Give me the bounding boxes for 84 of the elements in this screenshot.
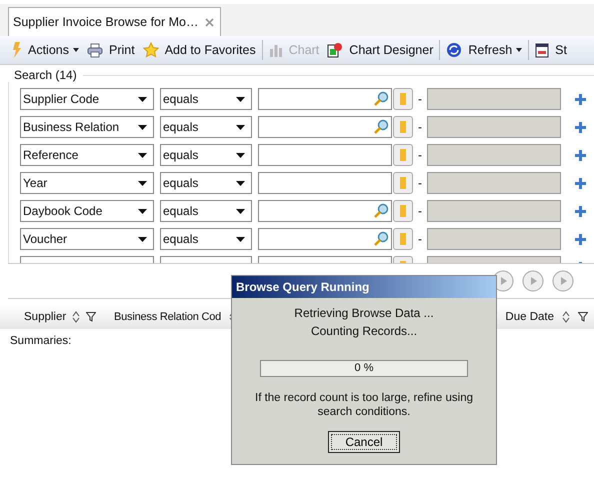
value-input-field[interactable] (258, 88, 392, 110)
range-dash: - (418, 204, 422, 218)
dropdown-caret-icon (236, 208, 245, 214)
range-dash: - (418, 148, 422, 162)
operator-dropdown[interactable]: equals (160, 88, 252, 110)
operator-dropdown[interactable]: equals (160, 172, 252, 194)
dropdown-caret-icon (138, 180, 147, 186)
add-icon[interactable] (575, 178, 586, 188)
add-icon[interactable] (575, 234, 586, 244)
tab-title: Supplier Invoice Browse for Mo… (13, 15, 198, 29)
toolbar-button[interactable]: Chart Designer (323, 42, 438, 58)
dropdown-caret-icon (138, 96, 147, 102)
add-icon[interactable] (575, 150, 586, 160)
search-icon[interactable] (373, 119, 389, 135)
hint-text: If the record count is too large, refine using search conditions. (254, 391, 474, 419)
summaries-label: Summaries: (10, 335, 72, 347)
filter-button[interactable] (393, 116, 413, 138)
star-icon (142, 42, 159, 58)
value-input-field[interactable] (258, 200, 392, 222)
dropdown-caret-icon (236, 236, 245, 242)
status-text: Retrieving Browse Data ... (294, 306, 434, 320)
printer-icon (87, 42, 103, 58)
value-input-field[interactable] (258, 172, 392, 194)
toolbar-button[interactable]: Print (83, 42, 139, 58)
add-icon[interactable] (575, 122, 586, 132)
dropdown-caret-icon (138, 152, 147, 158)
sort-icon[interactable] (72, 311, 80, 323)
field-dropdown[interactable]: Year (20, 172, 154, 194)
filter-button[interactable] (393, 172, 413, 194)
field-dropdown[interactable]: Reference (20, 144, 154, 166)
nav-button-icon[interactable] (522, 270, 544, 292)
operator-dropdown[interactable]: equals (160, 228, 252, 250)
add-icon[interactable] (575, 206, 586, 216)
close-icon[interactable] (204, 18, 214, 26)
column-header[interactable]: Due Date (481, 311, 594, 323)
field-dropdown[interactable]: Business Relation (20, 116, 154, 138)
filter-button[interactable] (393, 88, 413, 110)
nav-button-icon[interactable] (552, 270, 574, 292)
dropdown-caret-icon (236, 180, 245, 186)
toolbar-button[interactable]: Refresh (442, 42, 526, 58)
filter-icon[interactable] (578, 312, 588, 322)
progress-reading: 0 % (354, 361, 374, 376)
operator-dropdown[interactable]: equals (160, 116, 252, 138)
value-input-field[interactable] (258, 228, 392, 250)
filter-button[interactable] (393, 200, 413, 222)
filter-icon[interactable] (86, 312, 96, 322)
sort-icon[interactable] (562, 311, 570, 323)
search-icon[interactable] (373, 231, 389, 247)
toolbar-button[interactable]: Add to Favorites (138, 42, 260, 58)
toolbar-button[interactable]: St (531, 42, 571, 58)
operator-dropdown[interactable]: equals (160, 144, 252, 166)
window-icon (535, 42, 550, 58)
range-dash: - (418, 176, 422, 190)
dropdown-caret-icon (236, 96, 245, 102)
search-section-title: Search (14) (14, 68, 77, 82)
column-header[interactable]: Supplier (0, 311, 114, 323)
dropdown-caret-icon (138, 124, 147, 130)
range-dash: - (418, 120, 422, 134)
cancel-button[interactable]: Cancel (328, 431, 400, 453)
status-text: Counting Records... (310, 324, 418, 338)
search-icon[interactable] (373, 91, 389, 107)
filter-button[interactable] (393, 144, 413, 166)
field-dropdown[interactable]: Voucher (20, 228, 154, 250)
lightning-icon (12, 42, 22, 58)
field-dropdown[interactable]: Supplier Code (20, 88, 154, 110)
browse-tab[interactable]: Supplier Invoice Browse for Mo… (8, 7, 220, 36)
operator-dropdown[interactable]: equals (160, 200, 252, 222)
dropdown-caret-icon (138, 208, 147, 214)
field-dropdown[interactable]: Daybook Code (20, 200, 154, 222)
value-input-field[interactable] (258, 144, 392, 166)
dropdown-caret-icon (236, 124, 245, 130)
dropdown-caret-icon (236, 152, 245, 158)
add-icon[interactable] (575, 94, 586, 104)
value-input-field[interactable] (258, 116, 392, 138)
range-dash: - (418, 92, 422, 106)
bar-chart-icon (268, 43, 283, 57)
range-dash: - (418, 232, 422, 246)
dropdown-caret-icon (138, 236, 147, 242)
search-icon[interactable] (373, 203, 389, 219)
filter-button[interactable] (393, 228, 413, 250)
chart-book-icon (327, 42, 344, 58)
refresh-icon (446, 42, 462, 58)
dialog-title: Browse Query Running (232, 276, 496, 298)
toolbar-button[interactable]: Actions (8, 42, 83, 58)
